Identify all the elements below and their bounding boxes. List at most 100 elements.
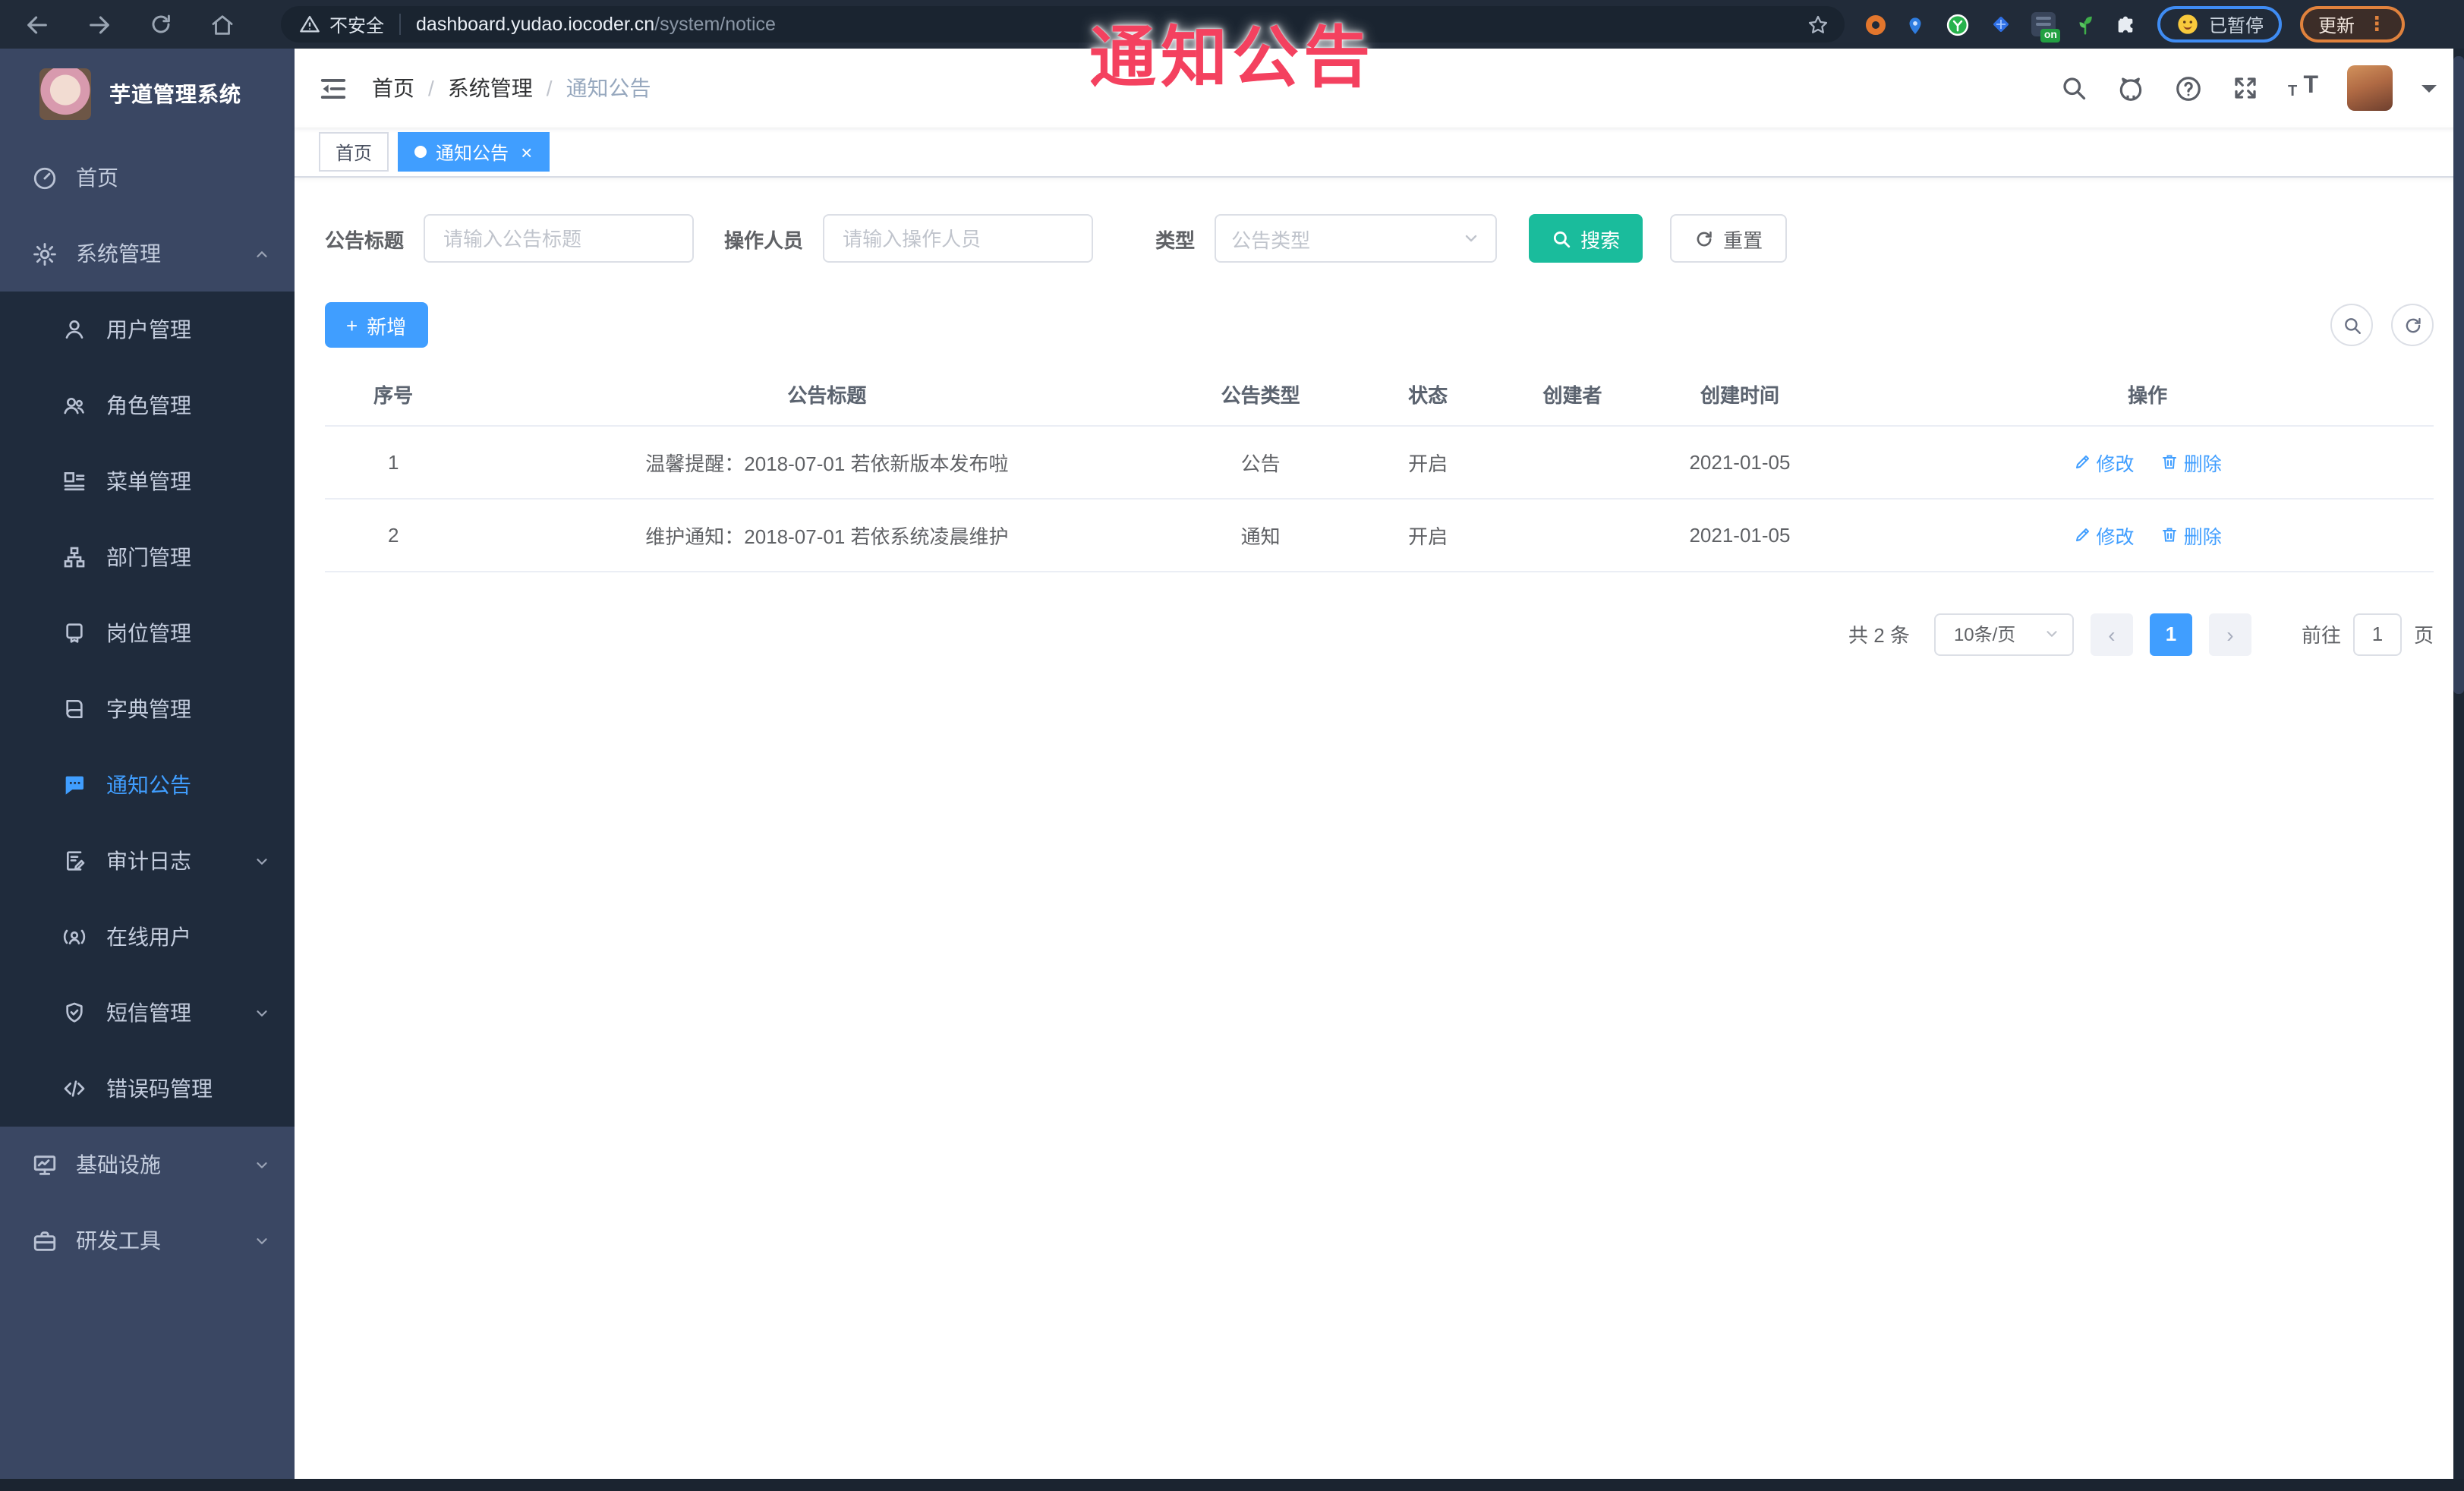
sidebar-item-label: 岗位管理	[106, 621, 191, 645]
font-size-icon[interactable]	[2288, 73, 2318, 102]
tab-notice[interactable]: 通知公告 ×	[398, 132, 550, 172]
page-size-select[interactable]: 10条/页	[1933, 613, 2074, 655]
fullscreen-icon[interactable]	[2232, 74, 2259, 102]
tab-close-icon[interactable]: ×	[521, 142, 532, 162]
sidebar-item-departments[interactable]: 部门管理	[0, 519, 295, 595]
sidebar-item-sms[interactable]: 短信管理	[0, 975, 295, 1051]
tab-home[interactable]: 首页	[319, 132, 389, 172]
github-icon[interactable]	[2116, 74, 2145, 102]
chevron-down-icon	[1462, 229, 1480, 247]
sidebar-item-online-users[interactable]: 在线用户	[0, 899, 295, 975]
search-button[interactable]: 搜索	[1529, 214, 1643, 263]
add-button-label: 新增	[367, 315, 407, 338]
refresh-icon	[2403, 315, 2422, 335]
sidebar-item-users[interactable]: 用户管理	[0, 292, 295, 367]
security-label[interactable]: 不安全	[329, 11, 384, 37]
sidebar-item-menus[interactable]: 菜单管理	[0, 443, 295, 519]
forward-icon[interactable]	[87, 11, 112, 37]
tags-view-bar: 首页 通知公告 ×	[295, 128, 2464, 178]
edit-link[interactable]: 修改	[2074, 447, 2135, 476]
bookmark-star-icon[interactable]	[1807, 13, 1829, 36]
help-icon[interactable]	[2174, 74, 2203, 102]
breadcrumb-system[interactable]: 系统管理	[448, 73, 533, 103]
browser-menu-dots-icon[interactable]: ⋮	[2367, 12, 2387, 36]
sidebar-item-system[interactable]: 系统管理	[0, 216, 295, 292]
col-header-status: 状态	[1328, 364, 1527, 426]
tree-table-icon	[61, 469, 88, 493]
sidebar-item-roles[interactable]: 角色管理	[0, 367, 295, 443]
page-number-button[interactable]: 1	[2149, 613, 2192, 655]
tab-label: 首页	[336, 142, 373, 163]
breadcrumb: 首页 / 系统管理 / 通知公告	[372, 73, 651, 103]
table-header-row: 序号 公告标题 公告类型 状态 创建者 创建时间 操作	[325, 364, 2434, 426]
leaf-extension-icon[interactable]	[2074, 13, 2097, 36]
reset-button[interactable]: 重置	[1670, 214, 1788, 263]
sidebar-item-dev-tools[interactable]: 研发工具	[0, 1203, 295, 1278]
sidebar-fold-icon[interactable]	[319, 74, 348, 102]
delete-link[interactable]: 删除	[2161, 447, 2222, 476]
user-avatar[interactable]	[2347, 65, 2393, 111]
extensions-bar: on	[1866, 11, 2139, 43]
breadcrumb-current: 通知公告	[566, 76, 651, 100]
sidebar-item-error-codes[interactable]: 错误码管理	[0, 1051, 295, 1127]
sidebar-logo[interactable]: 芋道管理系统	[0, 49, 295, 140]
pagination-total: 共 2 条	[1848, 624, 1910, 647]
add-button[interactable]: + 新增	[325, 302, 428, 348]
sidebar-item-label: 短信管理	[106, 1001, 191, 1025]
avatar-caret-icon[interactable]	[2421, 84, 2437, 99]
overlay-annotation-title: 通知公告	[1089, 21, 1375, 96]
sidebar-item-label: 首页	[76, 165, 118, 190]
pencil-icon	[2074, 525, 2092, 544]
tab-label: 通知公告	[436, 142, 509, 163]
title-filter-input[interactable]	[424, 214, 695, 263]
sidebar-item-dict[interactable]: 字典管理	[0, 671, 295, 747]
logo-title: 芋道管理系统	[109, 82, 241, 106]
pin-extension-icon[interactable]	[1904, 13, 1927, 36]
table-toolbar: + 新增	[325, 302, 2434, 348]
type-select[interactable]: 公告类型	[1215, 214, 1498, 263]
edit-link[interactable]: 修改	[2074, 520, 2135, 549]
active-dot-icon	[414, 146, 427, 158]
hide-search-button[interactable]	[2330, 304, 2373, 346]
cell-created: 2021-01-05	[1618, 425, 1862, 499]
navbar-actions	[2060, 65, 2437, 111]
plus-icon: +	[346, 314, 358, 336]
breadcrumb-home[interactable]: 首页	[372, 73, 414, 103]
col-header-no: 序号	[325, 364, 462, 426]
col-header-created: 创建时间	[1618, 364, 1862, 426]
sidebar-item-audit-log[interactable]: 审计日志	[0, 823, 295, 899]
col-header-type: 公告类型	[1192, 364, 1329, 426]
adblock-extension-icon[interactable]	[1866, 14, 1886, 34]
update-pill[interactable]: 更新 ⋮	[2300, 6, 2406, 43]
address-bar[interactable]: 不安全 dashboard.yudao.iocoder.cn/system/no…	[281, 6, 1845, 43]
sidebar-item-label: 角色管理	[106, 393, 191, 418]
diamond-extension-icon[interactable]	[1989, 12, 2013, 36]
next-page-button[interactable]: ›	[2208, 613, 2251, 655]
search-icon[interactable]	[2060, 74, 2087, 102]
back-icon[interactable]	[24, 11, 50, 37]
omnibox-divider	[399, 14, 402, 35]
sidebar-item-home[interactable]: 首页	[0, 140, 295, 216]
chevron-up-icon	[254, 245, 270, 262]
sidebar-item-label: 系统管理	[76, 241, 161, 266]
pagination: 共 2 条 10条/页 ‹ 1 › 前往 页	[325, 613, 2434, 655]
prev-page-button[interactable]: ‹	[2090, 613, 2133, 655]
refresh-table-button[interactable]	[2391, 304, 2434, 346]
sidebar-item-label: 审计日志	[106, 849, 191, 873]
cell-title: 维护通知：2018-07-01 若依系统凌晨维护	[462, 498, 1193, 572]
sidebar-item-notice[interactable]: 通知公告	[0, 747, 295, 823]
message-icon	[61, 773, 88, 797]
green-circle-extension-icon[interactable]	[1945, 11, 1971, 37]
home-icon[interactable]	[210, 11, 235, 37]
reload-icon[interactable]	[149, 12, 173, 36]
operator-filter-input[interactable]	[823, 214, 1094, 263]
extensions-puzzle-icon[interactable]	[2115, 12, 2139, 36]
goto-page-input[interactable]	[2352, 613, 2402, 655]
sidebar-item-label: 错误码管理	[106, 1076, 213, 1101]
sidebar-item-infrastructure[interactable]: 基础设施	[0, 1127, 295, 1203]
profile-paused-pill[interactable]: 已暂停	[2157, 6, 2283, 43]
delete-link[interactable]: 删除	[2161, 520, 2222, 549]
sidebar-item-posts[interactable]: 岗位管理	[0, 595, 295, 671]
proxy-extension-icon[interactable]: on	[2031, 12, 2060, 43]
scrollbar-thumb[interactable]	[2453, 56, 2464, 694]
